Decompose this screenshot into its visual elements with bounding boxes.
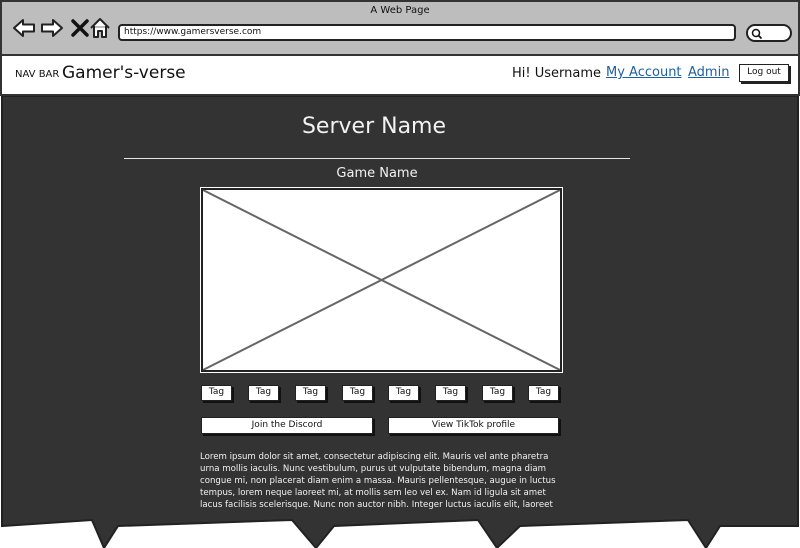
image-placeholder-icon (202, 189, 561, 371)
server-description: Lorem ipsum dolor sit amet, consectetur … (200, 451, 568, 511)
tag-chip[interactable]: Tag (295, 385, 326, 401)
nav-bar-label: NAV BAR (15, 69, 60, 80)
tag-chip[interactable]: Tag (201, 385, 232, 401)
address-bar[interactable]: https://www.gamersverse.com (118, 24, 736, 41)
tag-chip[interactable]: Tag (435, 385, 466, 401)
description-line: lacus facilisis scelerisque. Nunc non au… (200, 500, 553, 510)
nav-bar: NAV BAR Gamer's-verse Hi! Username My Ac… (0, 56, 800, 96)
divider (124, 158, 630, 159)
game-name-heading: Game Name (336, 166, 418, 181)
view-tiktok-button[interactable]: View TikTok profile (388, 417, 559, 434)
back-arrow-icon[interactable] (12, 16, 36, 40)
browser-search-field[interactable] (746, 24, 792, 42)
game-image-placeholder (200, 187, 563, 373)
description-line: urna mollis iaculis. Nunc vestibulum, pu… (200, 464, 547, 474)
tag-list: Tag Tag Tag Tag Tag Tag Tag Tag (201, 385, 562, 405)
my-account-link[interactable]: My Account (606, 65, 682, 80)
admin-link[interactable]: Admin (688, 65, 729, 80)
browser-chrome: A Web Page https://www.gamersverse.com (0, 0, 800, 56)
forward-arrow-icon[interactable] (40, 16, 64, 40)
window-title: A Web Page (370, 5, 430, 16)
logout-button[interactable]: Log out (739, 64, 789, 82)
user-greeting: Hi! Username (512, 66, 602, 81)
description-line: tempus, lorem neque laoreet mi, at molli… (200, 488, 546, 498)
tag-chip[interactable]: Tag (248, 385, 279, 401)
description-line: congue mi, non placerat diam enim a mass… (200, 476, 556, 486)
join-discord-button[interactable]: Join the Discord (201, 417, 373, 434)
site-brand[interactable]: Gamer's-verse (62, 63, 186, 83)
tag-chip[interactable]: Tag (482, 385, 513, 401)
tag-chip[interactable]: Tag (388, 385, 419, 401)
description-line: Lorem ipsum dolor sit amet, consectetur … (200, 452, 549, 462)
server-page-content: Server Name Game Name Tag Tag Tag Tag Ta… (0, 96, 800, 548)
server-name-heading: Server Name (301, 114, 447, 139)
search-icon (751, 28, 763, 40)
tag-chip[interactable]: Tag (342, 385, 373, 401)
home-icon[interactable] (88, 16, 112, 40)
tag-chip[interactable]: Tag (528, 385, 559, 401)
